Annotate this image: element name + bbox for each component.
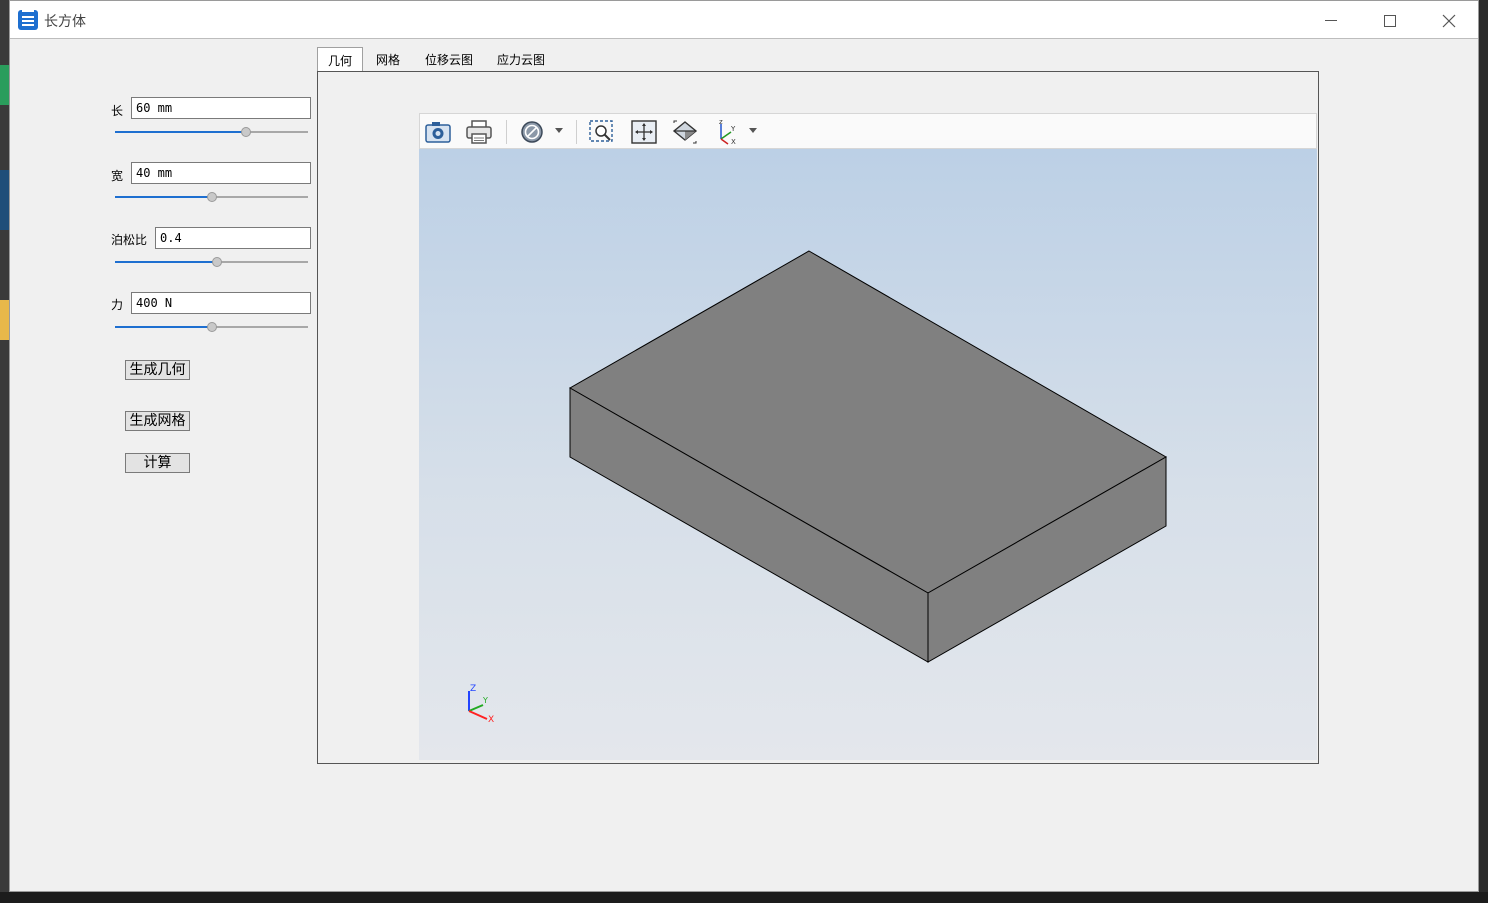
fit-all-icon[interactable]: [630, 119, 658, 145]
close-icon: [1442, 14, 1456, 27]
minimize-button[interactable]: [1308, 5, 1354, 35]
slider-fill: [115, 131, 247, 133]
width-label: 宽: [111, 169, 124, 183]
axis-view-icon[interactable]: z Y X: [713, 119, 741, 145]
svg-text:z: z: [719, 119, 723, 126]
triad-x-label: X: [488, 715, 494, 725]
generate-geometry-button[interactable]: 生成几何: [125, 360, 190, 380]
tab-displacement[interactable]: 位移云图: [417, 47, 481, 72]
compute-button[interactable]: 计算: [125, 453, 190, 473]
maximize-button[interactable]: [1367, 5, 1413, 35]
zoom-box-icon[interactable]: [588, 119, 616, 145]
poisson-slider[interactable]: [115, 256, 308, 268]
length-slider[interactable]: [115, 126, 308, 138]
length-input[interactable]: 60 mm: [131, 97, 311, 119]
force-label: 力: [111, 298, 124, 312]
axis-triad: Z Y X: [468, 684, 494, 725]
toolbar-separator: [506, 120, 507, 144]
slider-thumb[interactable]: [212, 257, 223, 267]
width-slider[interactable]: [115, 191, 308, 203]
slider-thumb[interactable]: [206, 322, 217, 332]
length-label: 长: [111, 104, 124, 118]
svg-text:Y: Y: [730, 125, 736, 133]
window-title: 长方体: [44, 14, 86, 30]
svg-text:X: X: [731, 138, 736, 145]
camera-icon[interactable]: [424, 119, 452, 145]
width-input[interactable]: 40 mm: [131, 162, 311, 184]
slider-fill: [115, 196, 212, 198]
generate-mesh-button[interactable]: 生成网格: [125, 411, 190, 431]
triad-y-label: Y: [482, 696, 488, 705]
axis-view-dropdown-icon[interactable]: [749, 128, 757, 133]
3d-viewport[interactable]: Z Y X: [419, 149, 1317, 760]
app-window: 长方体 长 60 mm 宽 40 mm 泊松比 0.4 力 400 N 生成几何…: [9, 0, 1479, 892]
close-button[interactable]: [1426, 5, 1472, 35]
display-mode-dropdown-icon[interactable]: [555, 128, 563, 133]
poisson-input[interactable]: 0.4: [155, 227, 311, 249]
isometric-view-icon[interactable]: [671, 119, 699, 145]
minimize-icon: [1325, 20, 1337, 21]
triad-z-label: Z: [470, 684, 476, 694]
title-bar: 长方体: [10, 1, 1478, 39]
tab-stress[interactable]: 应力云图: [489, 47, 553, 72]
app-icon: [18, 10, 38, 30]
slider-fill: [115, 261, 218, 263]
display-mode-icon[interactable]: [518, 119, 546, 145]
slider-fill: [115, 326, 212, 328]
print-icon[interactable]: [465, 119, 493, 145]
viewer-toolbar: z Y X: [419, 113, 1317, 149]
slider-thumb[interactable]: [241, 127, 252, 137]
tab-mesh[interactable]: 网格: [365, 47, 411, 72]
poisson-label: 泊松比: [111, 233, 148, 247]
maximize-icon: [1384, 14, 1396, 27]
slider-thumb[interactable]: [206, 192, 217, 202]
cuboid-model: Z Y X: [468, 250, 1168, 725]
geometry-tab-pane: z Y X Z Y X: [317, 71, 1319, 764]
tab-geometry[interactable]: 几何: [317, 47, 363, 72]
force-input[interactable]: 400 N: [131, 292, 311, 314]
desktop-taskbar-fragment: [0, 892, 1488, 903]
toolbar-separator: [576, 120, 577, 144]
force-slider[interactable]: [115, 321, 308, 333]
